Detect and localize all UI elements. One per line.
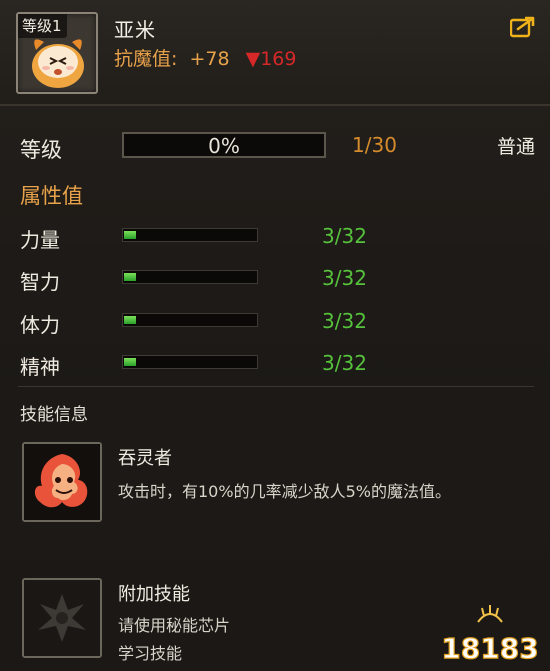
level-count: 1/30: [352, 133, 397, 157]
stat-fill: [124, 231, 136, 239]
stat-label-spirit: 精神: [20, 355, 60, 379]
section-divider: [18, 386, 534, 387]
skill-icon-devourer[interactable]: [22, 442, 102, 522]
level-label: 等级: [20, 138, 62, 162]
pet-info-panel: 等级1 亚米 抗魔值: +78 ▼169 等级 0% 1/30 普通 属性值 力…: [0, 0, 550, 671]
skill-icon-extra[interactable]: [22, 578, 102, 658]
level-percent: 0%: [208, 134, 240, 158]
stat-fill: [124, 316, 136, 324]
stat-bar-intelligence: [122, 270, 258, 284]
stat-bar-spirit: [122, 355, 258, 369]
stat-value-stamina: 3/32: [322, 309, 367, 333]
pet-header: 等级1 亚米 抗魔值: +78 ▼169: [0, 0, 550, 106]
stat-label-strength: 力量: [20, 228, 60, 252]
skill-desc-extra-line1: 请使用秘能芯片: [118, 616, 231, 635]
resist-label: 抗魔值:: [114, 48, 178, 70]
stat-fill: [124, 358, 136, 366]
stat-label-intelligence: 智力: [20, 270, 60, 294]
pet-name: 亚米: [114, 18, 156, 42]
stat-value-strength: 3/32: [322, 224, 367, 248]
skill-name-devourer: 吞灵者: [118, 448, 172, 469]
skill-name-extra: 附加技能: [118, 584, 190, 605]
share-icon[interactable]: [510, 16, 536, 38]
level-tag: 等级1: [18, 14, 67, 38]
site-logo-watermark: 18183: [441, 605, 539, 666]
stat-bar-strength: [122, 228, 258, 242]
flame-beast-icon: [24, 444, 100, 520]
skill-desc-extra-line2: 学习技能: [118, 644, 183, 663]
stat-value-spirit: 3/32: [322, 351, 367, 375]
watermark-text: 18183: [441, 632, 538, 665]
stat-value-intelligence: 3/32: [322, 266, 367, 290]
locked-skill-emblem-icon: [24, 580, 100, 656]
skill-desc-devourer: 攻击时，有10%的几率减少敌人5%的魔法值。: [118, 482, 451, 501]
quality-label: 普通: [497, 136, 536, 158]
resist-value-row: 抗魔值: +78 ▼169: [114, 44, 297, 71]
skill-info-title: 技能信息: [20, 405, 88, 425]
pet-avatar[interactable]: 等级1: [16, 12, 98, 94]
stat-label-stamina: 体力: [20, 313, 60, 337]
resist-bonus: +78: [189, 48, 230, 70]
attributes-title: 属性值: [20, 184, 83, 208]
stat-fill: [124, 273, 136, 281]
stat-bar-stamina: [122, 313, 258, 327]
resist-decrease: ▼169: [245, 48, 297, 70]
